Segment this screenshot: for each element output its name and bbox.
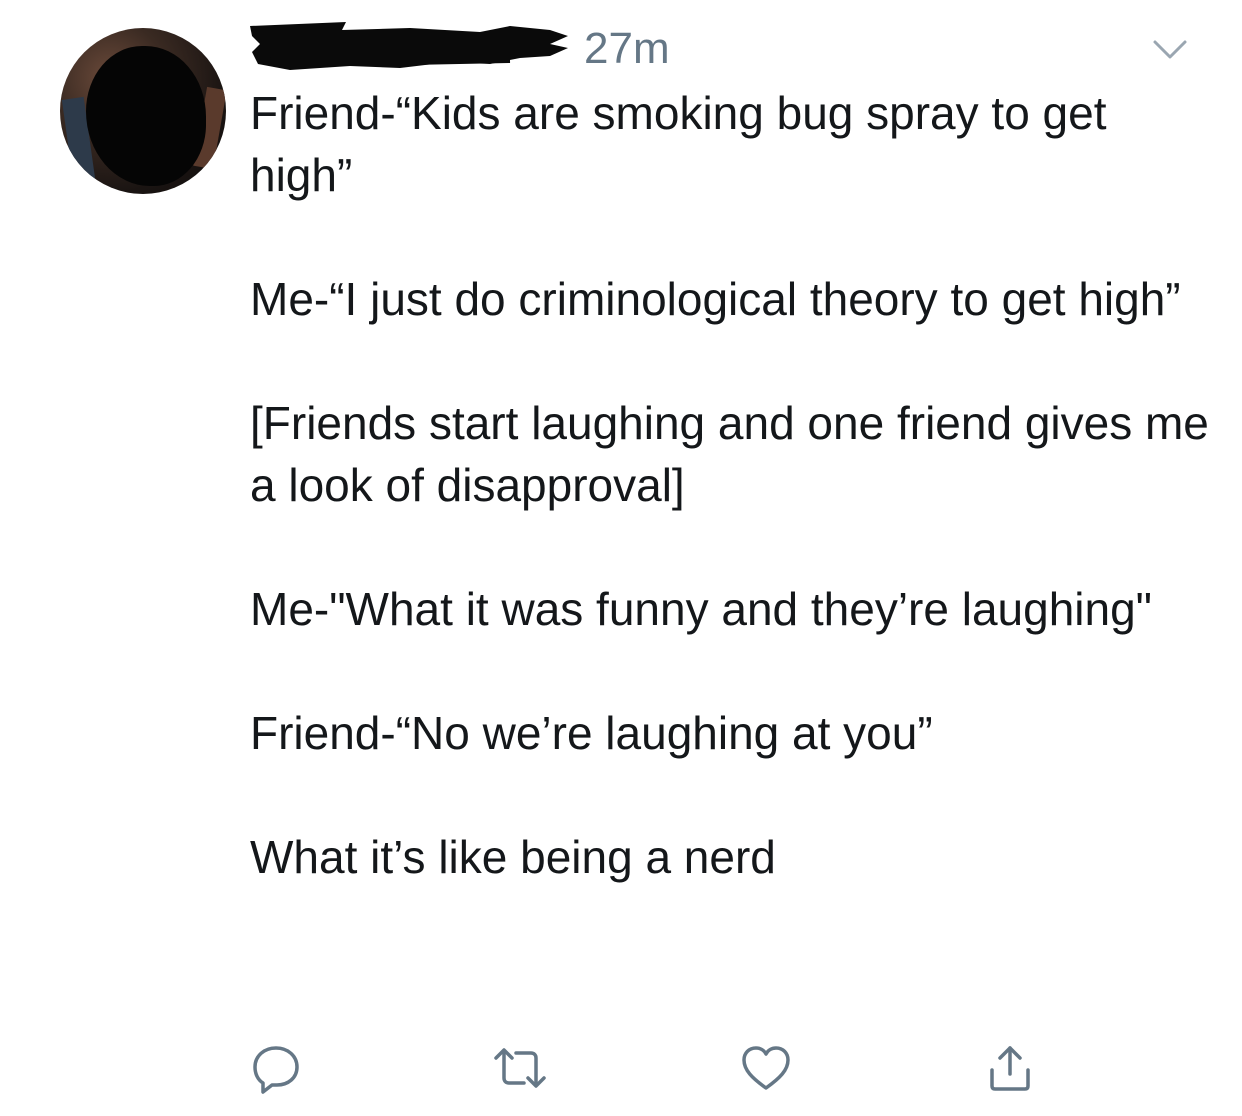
heart-icon [742,1046,790,1090]
tweet-actions [248,1040,1068,1096]
reply-button[interactable] [248,1040,304,1096]
chevron-down-icon[interactable] [1152,38,1188,62]
tweet-paragraph: Me-"What it was funny and they’re laughi… [250,583,1153,635]
avatar[interactable] [60,28,226,194]
share-icon [990,1046,1030,1091]
like-button[interactable] [738,1040,794,1096]
tweet-timestamp[interactable]: 27m [584,24,670,74]
share-button[interactable] [982,1040,1038,1096]
tweet-text: Friend-“Kids are smoking bug spray to ge… [250,82,1210,888]
redacted-username [250,22,568,70]
tweet-card: 27m Friend-“Kids are smoking bug spray t… [0,0,1242,1116]
reply-icon [253,1046,299,1094]
tweet-paragraph: Friend-“Kids are smoking bug spray to ge… [250,87,1107,201]
tweet-paragraph: [Friends start laughing and one friend g… [250,397,1209,511]
tweet-paragraph: Friend-“No we’re laughing at you” [250,707,933,759]
retweet-icon [494,1048,546,1088]
retweet-button[interactable] [492,1040,548,1096]
avatar-redaction [86,46,206,186]
tweet-paragraph: Me-“I just do criminological theory to g… [250,273,1181,325]
tweet-paragraph: What it’s like being a nerd [250,831,776,883]
